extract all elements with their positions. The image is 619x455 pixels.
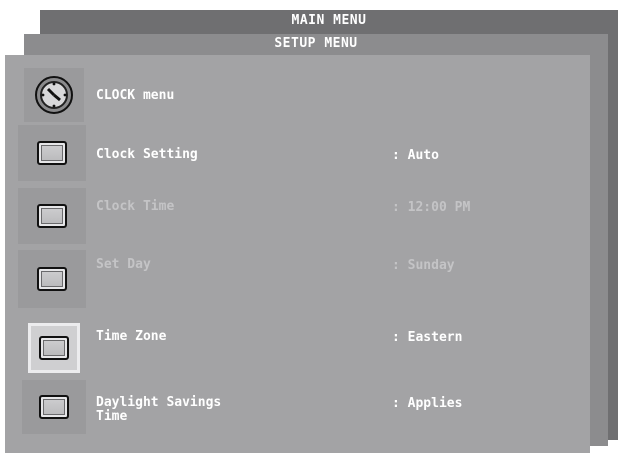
time-zone-value[interactable]: : Eastern (392, 330, 462, 345)
menu-item-icon (37, 267, 67, 291)
menu-item-set-day[interactable] (18, 250, 86, 308)
menu-item-clock-time[interactable] (18, 188, 86, 244)
clock-time-value[interactable]: : 12:00 PM (392, 200, 470, 215)
menu-item-time-zone[interactable] (28, 323, 80, 373)
main-menu-title: MAIN MENU (291, 13, 367, 28)
set-day-value[interactable]: : Sunday (392, 258, 455, 273)
menu-item-icon (39, 395, 69, 419)
clock-setting-value[interactable]: : Auto (392, 148, 439, 163)
time-zone-label: Time Zone (96, 329, 167, 344)
menu-item-icon (37, 141, 67, 165)
daylight-savings-value[interactable]: : Applies (392, 396, 462, 411)
menu-item-clock-setting[interactable] (18, 125, 86, 181)
menu-item-icon (37, 204, 67, 228)
clock-menu-title: CLOCK menu (96, 88, 175, 103)
clock-time-label: Clock Time (96, 199, 175, 214)
daylight-savings-label: Daylight Savings Time (96, 395, 222, 424)
clock-icon (35, 76, 73, 114)
setup-menu-title: SETUP MENU (274, 36, 358, 51)
menu-item-daylight-savings[interactable] (22, 380, 86, 434)
clock-icon-tile (24, 68, 84, 122)
set-day-label: Set Day (96, 257, 151, 272)
menu-item-icon (39, 336, 69, 360)
clock-setting-label: Clock Setting (96, 147, 198, 162)
clock-menu-panel (5, 55, 590, 453)
